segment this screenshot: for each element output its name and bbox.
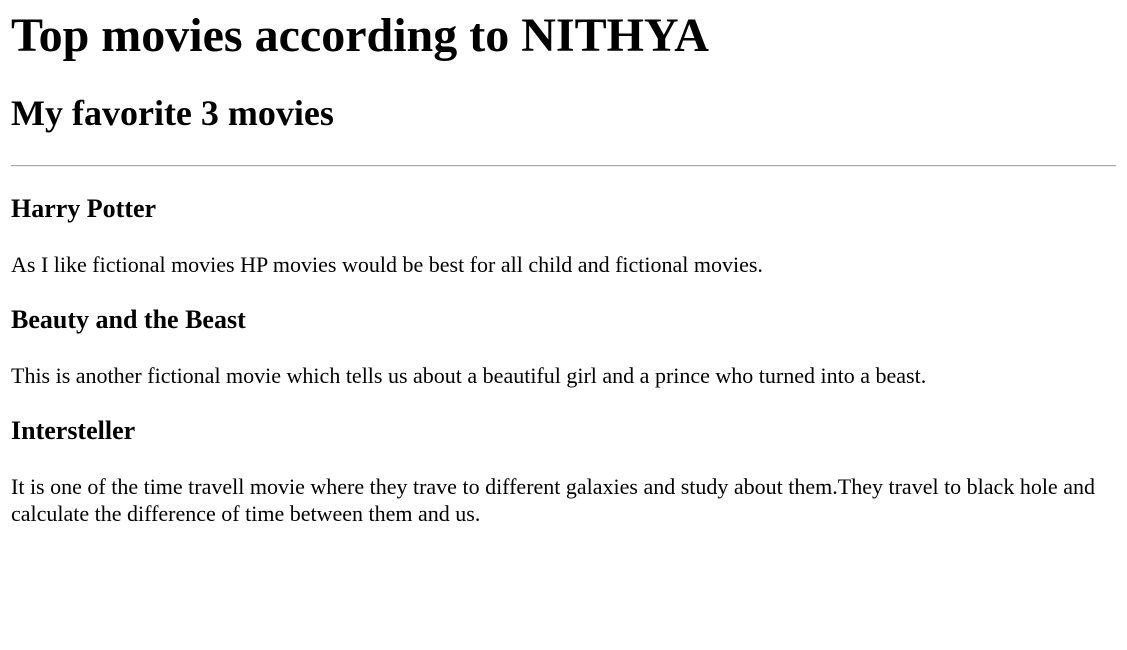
movie-item-intersteller: Intersteller It is one of the time trave… [11, 415, 1116, 527]
movie-title: Harry Potter [11, 194, 157, 223]
movie-item-harry-potter: Harry Potter As I like fictional movies … [11, 193, 1116, 278]
divider [11, 165, 1116, 167]
page-content: Top movies according to NITHYA My favori… [11, 8, 1116, 527]
movie-title: Intersteller [11, 416, 136, 445]
movie-description: It is one of the time travell movie wher… [11, 474, 1095, 526]
page-subtitle: My favorite 3 movies [11, 93, 334, 133]
movie-description: This is another fictional movie which te… [11, 363, 927, 388]
page-title: Top movies according to NITHYA [11, 9, 709, 62]
movie-item-beauty-and-the-beast: Beauty and the Beast This is another fic… [11, 304, 1116, 389]
movie-title: Beauty and the Beast [11, 305, 246, 334]
movie-description: As I like fictional movies HP movies wou… [11, 252, 763, 277]
